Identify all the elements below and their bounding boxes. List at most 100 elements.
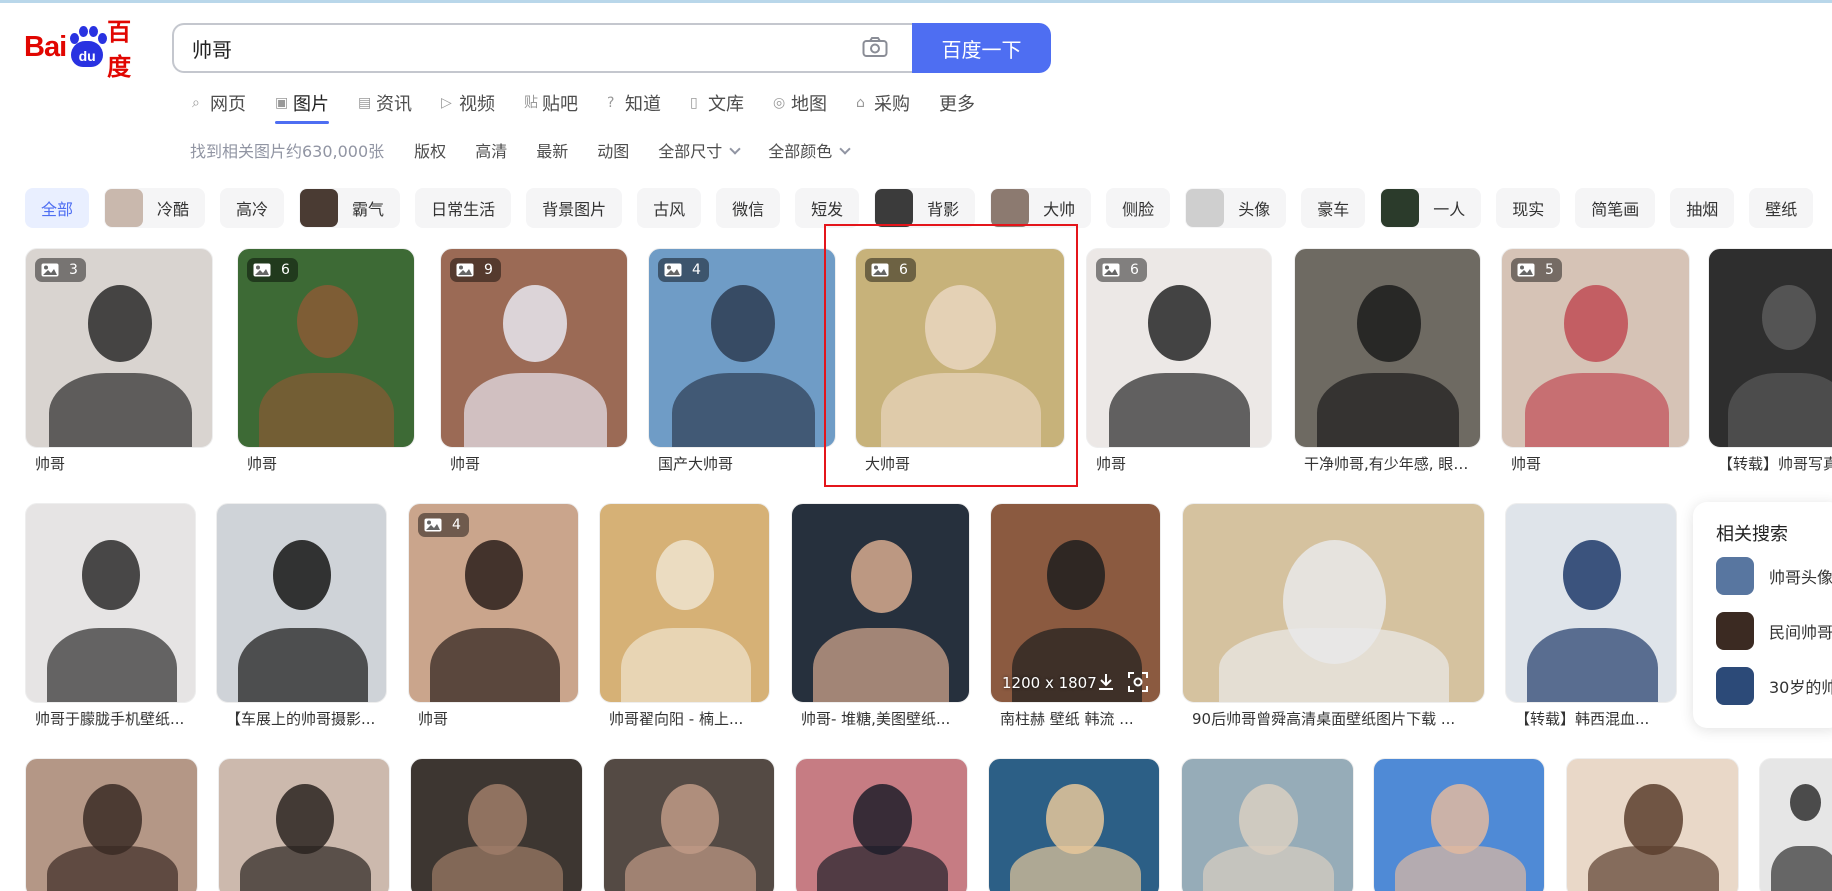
image-thumbnail[interactable]: 6 [237, 248, 415, 448]
image-thumbnail[interactable] [1294, 248, 1481, 448]
image-caption[interactable]: 帅哥 [35, 453, 209, 474]
related-search-item[interactable]: 帅哥头像 [1716, 557, 1832, 595]
image-caption[interactable]: 帅哥 [418, 708, 575, 729]
image-card[interactable]: 90后帅哥曾舜高清桌面壁纸图片下载 ... [1182, 503, 1485, 732]
image-thumbnail[interactable]: 9 [440, 248, 628, 448]
image-card[interactable]: 帅哥翟向阳 - 楠上... [599, 503, 770, 732]
nav-tab-0[interactable]: ⌕ 网页 [192, 86, 246, 120]
image-thumbnail[interactable]: 4 [648, 248, 836, 448]
nav-tab-9[interactable]: 更多 [939, 86, 975, 120]
image-card[interactable]: 1200 x 1807 南柱赫 壁纸 韩流 ... [990, 503, 1161, 732]
image-caption[interactable]: 南柱赫 壁纸 韩流 ... [1000, 708, 1157, 729]
image-thumbnail[interactable]: 6 [855, 248, 1065, 448]
image-card[interactable]: 4 国产大帅哥 [648, 248, 836, 477]
image-card[interactable]: 干净帅哥,有少年感, 眼里... [1294, 248, 1481, 477]
image-caption[interactable]: 帅哥于朦胧手机壁纸... [35, 708, 192, 729]
image-thumbnail[interactable]: 6 [1086, 248, 1272, 448]
baidu-logo[interactable]: Bai du 百度 [24, 18, 154, 81]
image-caption[interactable]: 大帅哥 [865, 453, 1061, 474]
image-caption[interactable]: 帅哥 [1096, 453, 1268, 474]
filter-latest[interactable]: 最新 [536, 138, 568, 162]
image-thumbnail[interactable] [1708, 248, 1832, 448]
tag-chip[interactable]: 侧脸 [1106, 188, 1171, 228]
image-card[interactable]: 6 大帅哥 [855, 248, 1065, 477]
tag-chip[interactable]: 现实 [1496, 188, 1561, 228]
image-caption[interactable]: 帅哥 [450, 453, 624, 474]
image-card[interactable]: 【转载】帅哥写真 [1708, 248, 1832, 477]
image-thumbnail[interactable]: 3 [25, 248, 213, 448]
tag-chip[interactable]: 微信 [716, 188, 781, 228]
filter-color-dropdown[interactable]: 全部颜色 [768, 138, 851, 162]
camera-icon[interactable] [862, 36, 888, 58]
nav-tab-4[interactable]: 贴贴吧 [524, 86, 578, 120]
search-button[interactable]: 百度一下 [912, 23, 1051, 73]
image-card[interactable] [603, 758, 775, 891]
image-thumbnail[interactable] [791, 503, 970, 703]
image-caption[interactable]: 帅哥- 堆糖,美图壁纸... [801, 708, 966, 729]
image-thumbnail[interactable] [25, 503, 196, 703]
image-card[interactable] [218, 758, 390, 891]
image-thumbnail[interactable] [1566, 758, 1739, 891]
nav-tab-2[interactable]: ▤ 资讯 [358, 86, 412, 120]
image-caption[interactable]: 【转载】帅哥写真 [1718, 453, 1832, 474]
image-caption[interactable]: 【转载】韩西混血... [1515, 708, 1673, 729]
image-thumbnail[interactable]: 4 [408, 503, 579, 703]
tag-chip[interactable]: 日常生活 [415, 188, 512, 228]
tag-chip[interactable]: 头像 [1185, 188, 1287, 228]
image-thumbnail[interactable] [218, 758, 390, 891]
image-card[interactable]: 【转载】韩西混血... [1505, 503, 1677, 732]
image-thumbnail[interactable] [1759, 758, 1832, 891]
image-thumbnail[interactable] [1373, 758, 1545, 891]
nav-tab-7[interactable]: ◎ 地图 [773, 86, 827, 120]
image-caption[interactable]: 帅哥翟向阳 - 楠上... [609, 708, 766, 729]
tag-chip[interactable]: 古风 [637, 188, 702, 228]
image-card[interactable]: 6 帅哥 [1086, 248, 1272, 477]
tag-chip[interactable]: 一人 [1380, 188, 1482, 228]
image-card[interactable] [988, 758, 1160, 891]
image-thumbnail[interactable] [603, 758, 775, 891]
image-card[interactable] [795, 758, 968, 891]
image-card[interactable] [25, 758, 198, 891]
tag-chip[interactable]: 背景图片 [526, 188, 623, 228]
tag-chip[interactable]: 短发 [795, 188, 860, 228]
image-caption[interactable]: 国产大帅哥 [658, 453, 832, 474]
download-icon[interactable] [1094, 670, 1118, 694]
image-card[interactable]: 3 帅哥 [25, 248, 213, 477]
image-caption[interactable]: 【车展上的帅哥摄影... [226, 708, 383, 729]
tag-chip[interactable]: 大帅 [990, 188, 1092, 228]
related-search-item[interactable]: 30岁的帅 [1716, 667, 1832, 705]
filter-animated[interactable]: 动图 [597, 138, 629, 162]
image-card[interactable]: 【车展上的帅哥摄影... [216, 503, 387, 732]
tag-chip[interactable]: 壁纸 [1749, 188, 1814, 228]
tag-chip[interactable]: 高冷 [220, 188, 285, 228]
image-card[interactable]: 4 帅哥 [408, 503, 579, 732]
image-thumbnail[interactable] [988, 758, 1160, 891]
nav-tab-3[interactable]: ▷ 视频 [441, 86, 495, 120]
image-thumbnail[interactable] [1505, 503, 1677, 703]
tag-chip[interactable]: 豪车 [1301, 188, 1366, 228]
image-card[interactable] [1759, 758, 1832, 891]
nav-tab-6[interactable]: ▯ 文库 [690, 86, 744, 120]
image-caption[interactable]: 帅哥 [247, 453, 411, 474]
filter-size-dropdown[interactable]: 全部尺寸 [658, 138, 741, 162]
image-thumbnail[interactable] [216, 503, 387, 703]
tag-chip[interactable]: 霸气 [299, 188, 401, 228]
related-search-item[interactable]: 民间帅哥 [1716, 612, 1832, 650]
tag-chip[interactable]: 冷酷 [104, 188, 206, 228]
image-thumbnail[interactable] [795, 758, 968, 891]
image-thumbnail[interactable] [410, 758, 583, 891]
image-card[interactable] [1181, 758, 1354, 891]
image-thumbnail[interactable]: 1200 x 1807 [990, 503, 1161, 703]
image-card[interactable] [1566, 758, 1739, 891]
image-search-icon[interactable] [1126, 670, 1150, 694]
image-card[interactable] [1373, 758, 1545, 891]
nav-tab-8[interactable]: ⌂ 采购 [856, 86, 910, 120]
nav-tab-5[interactable]: ? 知道 [607, 86, 661, 120]
tag-chip[interactable]: 抽烟 [1670, 188, 1735, 228]
image-card[interactable]: 6 帅哥 [237, 248, 415, 477]
image-thumbnail[interactable] [25, 758, 198, 891]
nav-tab-1[interactable]: ▣ 图片 [275, 86, 329, 124]
tag-chip[interactable]: 简笔画 [1575, 188, 1656, 228]
filter-copyright[interactable]: 版权 [414, 138, 446, 162]
image-caption[interactable]: 90后帅哥曾舜高清桌面壁纸图片下载 ... [1192, 708, 1481, 729]
